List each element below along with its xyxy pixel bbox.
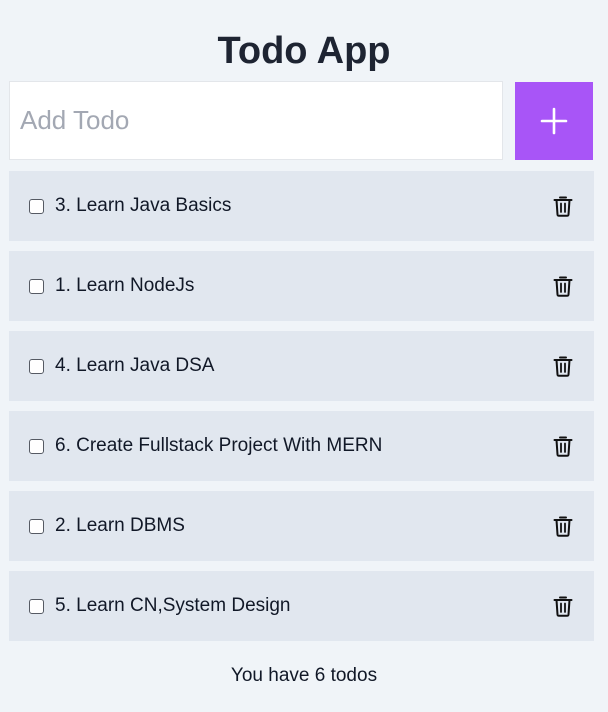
- delete-todo-button[interactable]: [552, 435, 574, 457]
- todo-item: 6. Create Fullstack Project With MERN: [9, 411, 594, 481]
- todo-checkbox[interactable]: [29, 198, 44, 214]
- todo-checkbox[interactable]: [29, 518, 44, 534]
- page-title: Todo App: [217, 30, 391, 72]
- todo-checkbox[interactable]: [29, 438, 44, 454]
- add-todo-button[interactable]: [515, 82, 593, 160]
- trash-icon: [553, 196, 573, 217]
- delete-todo-button[interactable]: [552, 595, 574, 617]
- delete-todo-button[interactable]: [552, 515, 574, 537]
- todo-item: 5. Learn CN,System Design: [9, 571, 594, 641]
- trash-icon: [553, 436, 573, 457]
- todo-item: 1. Learn NodeJs: [9, 251, 594, 321]
- delete-todo-button[interactable]: [552, 275, 574, 297]
- delete-todo-button[interactable]: [552, 195, 574, 217]
- add-todo-input[interactable]: [9, 81, 503, 160]
- todo-item: 4. Learn Java DSA: [9, 331, 594, 401]
- trash-icon: [553, 276, 573, 297]
- plus-icon: [540, 107, 568, 135]
- todo-text: 1. Learn NodeJs: [55, 275, 195, 296]
- todo-checkbox[interactable]: [29, 278, 44, 294]
- trash-icon: [553, 596, 573, 617]
- todo-text: 2. Learn DBMS: [55, 515, 185, 536]
- todo-text: 5. Learn CN,System Design: [55, 595, 291, 616]
- todo-checkbox[interactable]: [29, 358, 44, 374]
- todo-text: 4. Learn Java DSA: [55, 355, 215, 376]
- todo-item: 2. Learn DBMS: [9, 491, 594, 561]
- todo-item: 3. Learn Java Basics: [9, 171, 594, 241]
- todo-list: 3. Learn Java Basics 1. Learn NodeJs 4. …: [9, 171, 594, 651]
- todo-text: 3. Learn Java Basics: [55, 195, 232, 216]
- todo-checkbox[interactable]: [29, 598, 44, 614]
- delete-todo-button[interactable]: [552, 355, 574, 377]
- todo-count-summary: You have 6 todos: [230, 665, 378, 686]
- trash-icon: [553, 516, 573, 537]
- trash-icon: [553, 356, 573, 377]
- todo-text: 6. Create Fullstack Project With MERN: [55, 435, 383, 456]
